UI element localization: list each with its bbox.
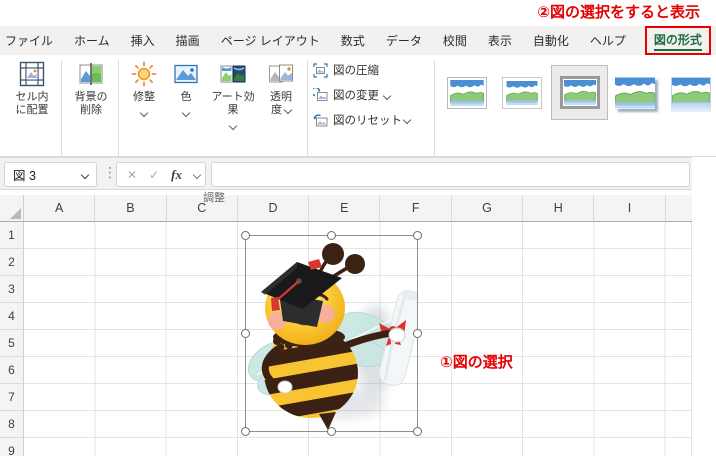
picture-style-1[interactable]	[447, 77, 487, 109]
color-picture-icon	[174, 64, 198, 84]
picture-style-selected-frame	[551, 65, 608, 120]
chevron-down-icon	[283, 105, 293, 115]
enter-icon[interactable]: ✓	[149, 168, 159, 182]
reset-picture-button[interactable]: 図のリセット	[313, 110, 402, 130]
resize-handle-top-right[interactable]	[413, 231, 422, 240]
chevron-down-icon[interactable]	[192, 170, 202, 180]
row-header-1[interactable]: 1	[0, 222, 24, 249]
column-header-f[interactable]: F	[380, 195, 452, 222]
tab-formulas[interactable]: 数式	[341, 26, 365, 55]
resize-handle-middle-left[interactable]	[241, 329, 250, 338]
compress-picture-icon	[313, 62, 328, 78]
picture-style-thumbnail	[506, 81, 538, 105]
picture-style-thumbnail	[563, 80, 596, 105]
compress-picture-button[interactable]: 図の圧縮	[313, 60, 379, 80]
color-button[interactable]: 色	[168, 58, 204, 120]
tab-insert[interactable]: 挿入	[131, 26, 155, 55]
change-picture-button[interactable]: 図の変更	[313, 85, 392, 105]
row-header-8[interactable]: 8	[0, 411, 24, 438]
chevron-down-icon	[382, 91, 392, 100]
column-header-partial[interactable]	[665, 195, 692, 222]
select-all-triangle-icon	[10, 208, 21, 219]
tab-draw[interactable]: 描画	[176, 26, 200, 55]
remove-background-icon	[79, 63, 103, 85]
tab-automate[interactable]: 自動化	[533, 26, 569, 55]
row-header-2[interactable]: 2	[0, 249, 24, 276]
menu-bar: ファイル ホーム 挿入 描画 ページ レイアウト 数式 データ 校閲 表示 自動…	[0, 26, 716, 55]
row-header-4[interactable]: 4	[0, 303, 24, 330]
tab-help[interactable]: ヘルプ	[590, 26, 626, 55]
picture-style-thumbnail	[615, 77, 655, 109]
reflection-effect	[671, 103, 711, 112]
formula-bar-row: 図 3 ⋮ ✕ ✓ fx	[0, 157, 692, 190]
column-header-h[interactable]: H	[523, 195, 595, 222]
annotation-highlight-box: 図の形式	[644, 26, 711, 55]
select-all-corner[interactable]	[0, 195, 24, 222]
resize-handle-bottom-right[interactable]	[413, 427, 422, 436]
resize-handle-top-center[interactable]	[327, 231, 336, 240]
annotation-top: ②図の選択をすると表示	[537, 4, 700, 21]
annotation-image: ①図の選択	[440, 354, 513, 371]
row-headers: 1 2 3 4 5 6 7 8 9	[0, 222, 24, 456]
chevron-down-icon	[139, 108, 149, 118]
picture-style-4[interactable]	[615, 77, 655, 109]
resize-handle-middle-right[interactable]	[413, 329, 422, 338]
place-in-cell-button[interactable]: セル内 に配置	[5, 58, 59, 117]
formula-buttons: ✕ ✓ fx	[116, 162, 206, 187]
tab-view[interactable]: 表示	[488, 26, 512, 55]
chevron-down-icon[interactable]	[402, 115, 412, 125]
picture-style-thumbnail	[671, 77, 711, 109]
group-label-adjust: 調整	[203, 192, 225, 204]
transparency-icon	[269, 64, 293, 83]
resize-handle-bottom-left[interactable]	[241, 427, 250, 436]
row-header-6[interactable]: 6	[0, 357, 24, 384]
name-box[interactable]: 図 3	[4, 162, 97, 187]
column-header-g[interactable]: G	[451, 195, 524, 222]
artistic-effects-icon	[220, 65, 246, 83]
place-in-cell-icon	[19, 61, 45, 87]
remove-background-button[interactable]: 背景の 削除	[64, 58, 118, 117]
tab-review[interactable]: 校閲	[443, 26, 467, 55]
tab-home[interactable]: ホーム	[74, 26, 110, 55]
picture-style-thumbnail	[450, 80, 484, 106]
chevron-down-icon[interactable]	[80, 170, 90, 180]
tab-data[interactable]: データ	[386, 26, 422, 55]
resize-handle-top-left[interactable]	[241, 231, 250, 240]
insert-function-button[interactable]: fx	[171, 167, 182, 183]
excel-window: ②図の選択をすると表示 ファイル ホーム 挿入 描画 ページ レイアウト 数式 …	[0, 0, 716, 456]
row-header-5[interactable]: 5	[0, 330, 24, 357]
tab-file[interactable]: ファイル	[5, 26, 53, 55]
sun-icon	[131, 61, 157, 87]
chevron-down-icon	[228, 121, 238, 131]
corrections-button[interactable]: 修整	[122, 58, 166, 120]
chevron-down-icon	[181, 108, 191, 118]
picture-style-2[interactable]	[502, 77, 542, 109]
column-header-a[interactable]: A	[24, 195, 96, 222]
artistic-effects-button[interactable]: アート効果	[206, 58, 260, 133]
tab-picture-format[interactable]: 図の形式	[653, 31, 702, 51]
tab-page-layout[interactable]: ページ レイアウト	[221, 26, 320, 55]
column-header-e[interactable]: E	[309, 195, 381, 222]
formula-input[interactable]	[211, 162, 690, 187]
ribbon: セル内 に配置 背景の 削除 修整 色 アート効果 透明 度 調整 図の圧縮 図…	[0, 55, 716, 204]
bee-image[interactable]	[245, 235, 418, 432]
change-picture-icon	[313, 87, 328, 101]
picture-style-5[interactable]	[671, 77, 711, 112]
more-options-dots-icon[interactable]: ⋮	[103, 164, 117, 181]
transparency-button[interactable]: 透明 度	[261, 58, 301, 117]
cancel-icon[interactable]: ✕	[127, 168, 137, 182]
picture-style-3-selected[interactable]	[559, 76, 600, 109]
row-header-3[interactable]: 3	[0, 276, 24, 303]
row-header-9[interactable]: 9	[0, 438, 24, 456]
row-header-7[interactable]: 7	[0, 384, 24, 411]
column-header-i[interactable]: I	[594, 195, 666, 222]
reset-picture-icon	[313, 113, 328, 126]
resize-handle-bottom-center[interactable]	[327, 427, 336, 436]
